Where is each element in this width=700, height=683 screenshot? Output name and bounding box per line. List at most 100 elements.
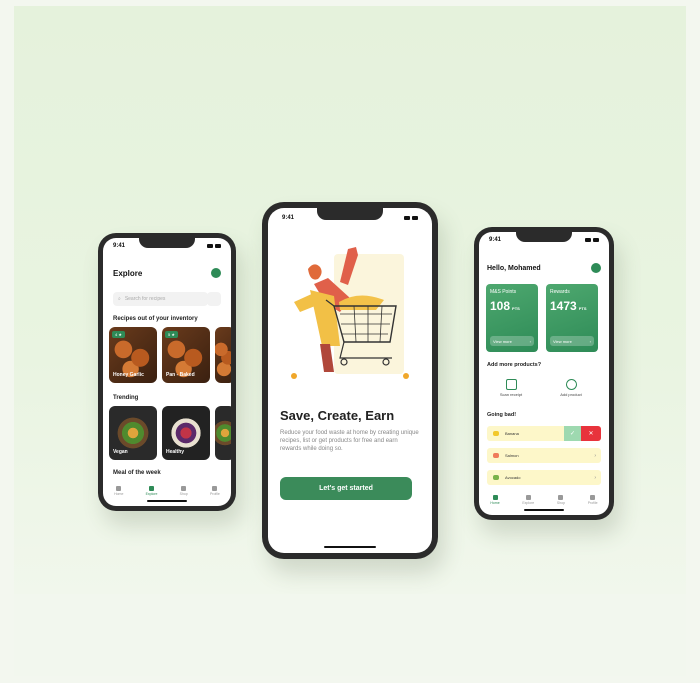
- phone-onboarding: 9:41 Save, Create, Earn Reduce your food…: [262, 202, 438, 559]
- bottom-nav: Home Explore Shop Profile: [479, 495, 609, 505]
- card-value: 108 PTS: [490, 299, 520, 313]
- nav-label: Shop: [179, 492, 188, 496]
- nav-home[interactable]: Home: [490, 495, 500, 505]
- nav-explore[interactable]: Explore: [522, 495, 534, 505]
- status-time: 9:41: [282, 215, 295, 221]
- check-icon[interactable]: ✓: [564, 426, 581, 441]
- search-placeholder: Search for recipes: [124, 296, 166, 302]
- greeting: Hello, Mohamed: [487, 265, 541, 272]
- going-bad-item[interactable]: Salmon ›: [487, 448, 601, 463]
- search-input[interactable]: ⌕ Search for recipes: [113, 292, 208, 306]
- scan-receipt-button[interactable]: Scan receipt: [491, 379, 531, 397]
- chevron-right-icon: ›: [594, 474, 596, 481]
- going-bad-item[interactable]: Banana ✓ ✕: [487, 426, 601, 441]
- chevron-right-icon: ›: [529, 338, 531, 344]
- nav-shop[interactable]: Shop: [180, 486, 188, 496]
- nav-shop[interactable]: Shop: [557, 495, 565, 505]
- action-label: Add product: [560, 392, 582, 397]
- signal-icon: [207, 243, 221, 249]
- onboarding-title: Save, Create, Earn: [280, 408, 395, 423]
- section-add-products: Add more products?: [487, 362, 542, 368]
- rewards-card[interactable]: Rewards 1473 PTS View more ›: [546, 284, 598, 352]
- status-bar: 9:41: [489, 237, 599, 243]
- item-label: Banana: [505, 431, 519, 436]
- avocado-icon: [493, 475, 499, 480]
- home-indicator: [524, 509, 564, 511]
- trending-card[interactable]: Healthy: [162, 406, 210, 460]
- section-meal-of-week: Meal of the week: [113, 470, 161, 476]
- item-label: Avocado: [505, 475, 521, 480]
- camera-icon: [505, 379, 517, 390]
- section-going-bad: Going bad!: [487, 412, 517, 418]
- trash-icon[interactable]: ✕: [581, 426, 601, 441]
- nav-explore[interactable]: Explore: [145, 486, 158, 496]
- item-label: Salmon: [505, 453, 519, 458]
- phone-explore: 9:41 Explore ⌕ Search for recipes Recipe…: [98, 233, 236, 511]
- avatar[interactable]: [591, 263, 601, 273]
- chevron-right-icon: ›: [594, 452, 596, 459]
- phone-dashboard: 9:41 Hello, Mohamed M&S Points 108 PTS Vi…: [474, 227, 614, 520]
- status-bar: 9:41: [113, 243, 221, 249]
- nav-label: Home: [490, 501, 500, 505]
- home-indicator: [324, 546, 376, 548]
- card-name: M&S Points: [490, 289, 517, 295]
- screen-dashboard: 9:41 Hello, Mohamed M&S Points 108 PTS Vi…: [479, 232, 609, 515]
- view-more-label: View more: [553, 338, 572, 344]
- rewards-unit: PTS: [578, 306, 587, 311]
- cart-icon: [558, 495, 564, 500]
- recipe-label: Honey Garlic: [113, 372, 144, 378]
- cart-icon: [181, 486, 187, 491]
- screen-onboarding: 9:41 Save, Create, Earn Reduce your food…: [268, 208, 432, 553]
- explore-icon: [525, 495, 531, 500]
- signal-icon: [404, 215, 418, 221]
- card-value: 1473 PTS: [550, 299, 586, 313]
- nav-profile[interactable]: Profile: [210, 486, 220, 496]
- add-product-button[interactable]: Add product: [551, 379, 591, 397]
- going-bad-item[interactable]: Avocado ›: [487, 470, 601, 485]
- get-started-button[interactable]: Let's get started: [280, 477, 412, 500]
- chevron-right-icon: ›: [589, 338, 591, 344]
- points-unit: PTS: [512, 306, 520, 311]
- card-name: Rewards: [550, 289, 570, 295]
- banana-icon: [493, 431, 499, 436]
- nav-label: Profile: [209, 492, 220, 496]
- shopping-cart-illustration: [291, 247, 409, 379]
- trending-card-partial[interactable]: [215, 406, 231, 460]
- nav-profile[interactable]: Profile: [588, 495, 598, 505]
- signal-icon: [585, 237, 599, 243]
- explore-icon: [149, 486, 155, 491]
- section-trending: Trending: [113, 395, 139, 401]
- avatar[interactable]: [211, 268, 221, 278]
- view-more-button[interactable]: View more ›: [550, 336, 594, 346]
- rewards-value: 1473: [550, 299, 577, 313]
- home-icon: [116, 486, 122, 491]
- recipe-card[interactable]: 5 ★ Pan - Baked: [162, 327, 210, 383]
- nav-label: Home: [114, 492, 124, 496]
- floor: [14, 594, 686, 676]
- page-title: Explore: [113, 269, 143, 278]
- search-icon: [565, 379, 577, 390]
- bottom-nav: Home Explore Shop Profile: [103, 486, 231, 496]
- nav-home[interactable]: Home: [114, 486, 123, 496]
- action-label: Scan receipt: [499, 392, 523, 397]
- screen-explore: 9:41 Explore ⌕ Search for recipes Recipe…: [103, 238, 231, 506]
- filter-button[interactable]: [207, 292, 221, 306]
- trending-label: Healthy: [166, 449, 185, 455]
- recipe-label: Pan - Baked: [166, 372, 195, 378]
- recipe-card-partial[interactable]: [215, 327, 231, 383]
- points-card[interactable]: M&S Points 108 PTS View more ›: [486, 284, 538, 352]
- home-icon: [492, 495, 498, 500]
- onboarding-description: Reduce your food waste at home by creati…: [280, 430, 419, 452]
- nav-label: Explore: [522, 501, 535, 505]
- trending-card[interactable]: Vegan: [109, 406, 157, 460]
- nav-label: Explore: [145, 492, 158, 496]
- recipe-card[interactable]: 4 ★ Honey Garlic: [109, 327, 157, 383]
- nav-label: Shop: [556, 501, 566, 505]
- nav-label: Profile: [587, 501, 598, 505]
- profile-icon: [212, 486, 218, 491]
- section-inventory: Recipes out of your inventory: [113, 316, 198, 322]
- salmon-icon: [493, 453, 499, 458]
- profile-icon: [590, 495, 596, 500]
- search-icon: ⌕: [118, 296, 121, 302]
- view-more-button[interactable]: View more ›: [490, 336, 534, 346]
